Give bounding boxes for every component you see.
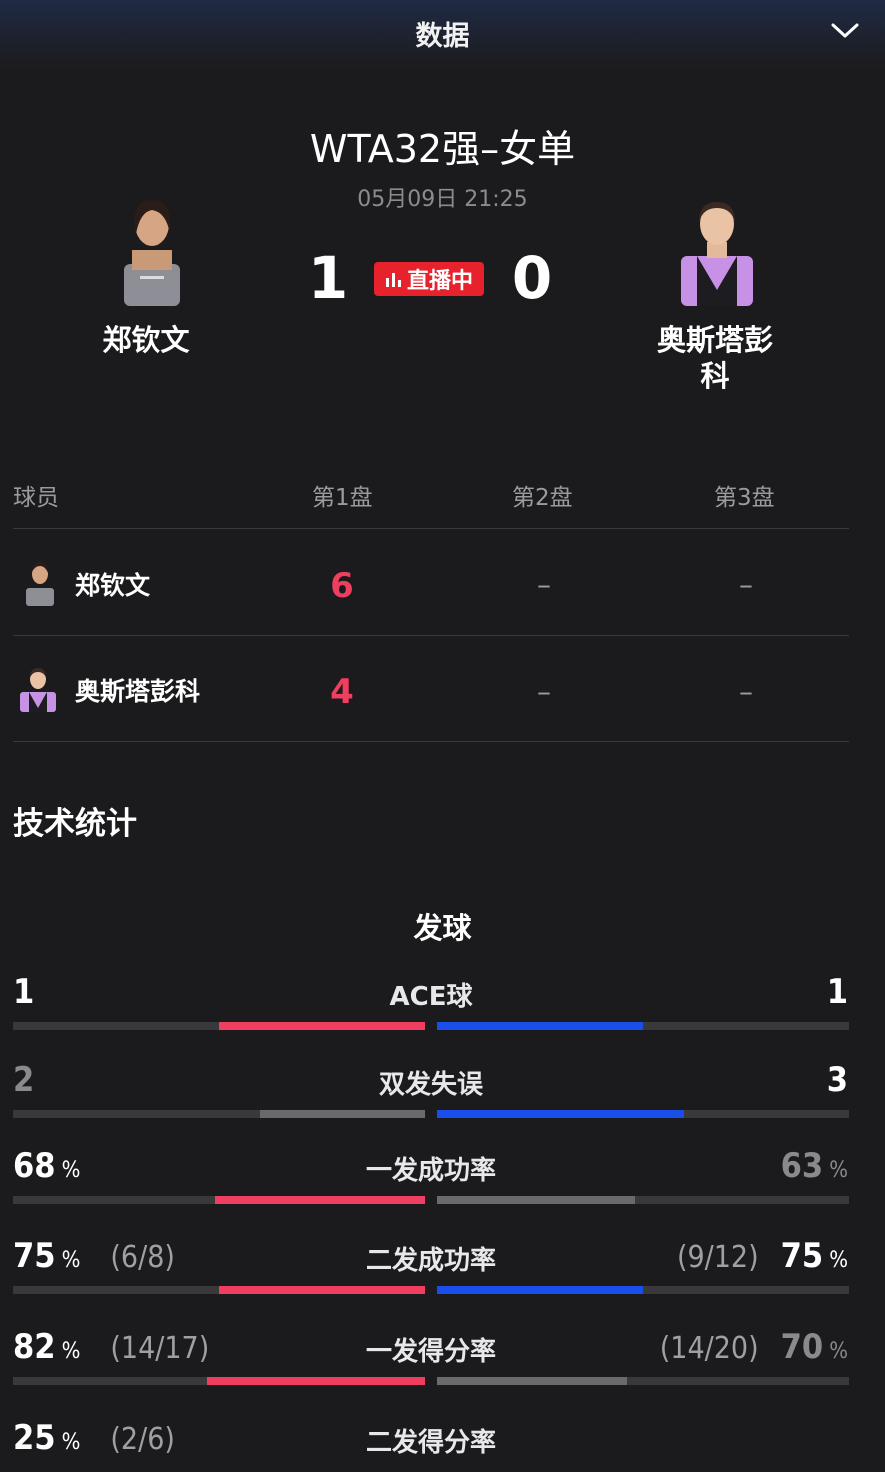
col-set2: 第2盘 [512,485,573,511]
home-sets-won: 1 [307,244,349,312]
stat-left-bar-track [13,1286,425,1294]
page-title: 数据 [415,21,470,52]
away-set2-score: – [537,675,551,708]
stat-left-fraction: (2/6) [110,1422,175,1457]
away-sets-won: 0 [511,244,553,312]
stat-left-bar-track [13,1377,425,1385]
stat-right-bar-track [437,1196,849,1204]
stat-left-bar-track [13,1022,425,1030]
row-avatar-away [18,664,58,712]
stat-label: ACE球 [389,982,473,1012]
stat-left-value: 1 [13,972,34,1012]
col-set3: 第3盘 [714,485,775,511]
stat-left-bar-fill [219,1286,425,1294]
divider [13,528,849,529]
stat-left-fraction: (14/17) [110,1331,210,1366]
collapse-button[interactable] [826,14,864,48]
stat-right-bar-fill [437,1377,627,1385]
stat-left-value: 25% (2/6) [13,1418,175,1458]
stat-right-bar-fill [437,1196,635,1204]
stat-left-number: 68 [13,1146,56,1186]
col-player: 球员 [13,485,59,511]
row-name-away: 奥斯塔彭科 [75,677,201,706]
stat-right-percent-sign: % [829,1248,848,1273]
serve-group-title: 发球 [413,911,472,945]
divider [13,635,849,636]
home-set3-score: – [739,568,753,601]
stat-right-bar-track [437,1022,849,1030]
stat-left-number: 1 [13,972,35,1012]
stat-right-fraction: (14/20) [659,1331,759,1366]
chevron-down-icon [831,23,859,38]
stat-left-number: 2 [13,1060,35,1100]
stat-right-bar-fill [437,1022,643,1030]
away-player-name-line2: 科 [700,359,730,393]
stat-right-bar-track [437,1286,849,1294]
stat-label: 双发失误 [378,1070,483,1100]
tech-stats-title: 技术统计 [13,806,137,842]
row-avatar-home [20,558,60,606]
stat-right-bar-fill [437,1110,684,1118]
stat-left-bar-track [13,1196,425,1204]
match-title: WTA32强–女单 [309,127,576,171]
row-name-home: 郑钦文 [75,571,151,600]
stat-left-bar-fill [215,1196,425,1204]
stat-right-number: 3 [826,1060,848,1100]
stat-right-number: 1 [826,972,848,1012]
home-player-photo[interactable] [110,194,194,306]
stat-left-value: 75% (6/8) [13,1236,175,1276]
stat-left-bar-fill [260,1110,425,1118]
stat-right-value: 1 [827,972,848,1012]
home-player-name: 郑钦文 [102,323,190,357]
stat-right-value: (14/20) 70% [660,1327,848,1367]
away-player-name: 奥斯塔彭 科 [640,322,790,394]
live-badge[interactable]: 直播中 [374,262,484,296]
stat-left-number: 75 [13,1236,56,1276]
away-set1-score: 4 [330,672,354,712]
stat-left-value: 2 [13,1060,34,1100]
stat-right-number: 75 [780,1236,824,1276]
stat-left-percent-sign: % [61,1430,81,1455]
stat-left-value: 68% [13,1146,80,1186]
stat-right-value: 63% [781,1146,848,1186]
stat-left-number: 25 [13,1418,56,1458]
live-bars-icon [385,273,401,287]
away-player-name-line1: 奥斯塔彭 [656,323,773,357]
stat-left-percent-sign: % [61,1339,81,1364]
stat-right-number: 63 [780,1146,824,1186]
stat-right-bar-track [437,1110,849,1118]
stat-right-percent-sign: % [829,1339,848,1364]
stat-right-value: 3 [827,1060,848,1100]
col-set1: 第1盘 [312,485,373,511]
divider [13,741,849,742]
stat-right-value: (9/12) 75% [677,1236,848,1276]
stat-left-bar-track [13,1110,425,1118]
stat-right-percent-sign: % [829,1158,848,1183]
stat-right-bar-track [437,1377,849,1385]
stat-left-fraction: (6/8) [110,1240,175,1275]
stat-right-bar-fill [437,1286,643,1294]
stat-right-number: 70 [780,1327,824,1367]
stat-left-bar-fill [219,1022,425,1030]
stat-left-number: 82 [13,1327,56,1367]
stat-left-percent-sign: % [61,1248,81,1273]
stat-left-bar-fill [207,1377,425,1385]
stat-left-value: 82% (14/17) [13,1327,209,1367]
stat-right-fraction: (9/12) [676,1240,759,1275]
stat-label: 一发成功率 [365,1156,496,1186]
away-player-photo[interactable] [675,194,759,306]
home-set2-score: – [537,568,551,601]
away-set3-score: – [739,675,753,708]
live-label: 直播中 [406,269,473,294]
home-set1-score: 6 [330,566,354,606]
stat-left-percent-sign: % [61,1158,81,1183]
